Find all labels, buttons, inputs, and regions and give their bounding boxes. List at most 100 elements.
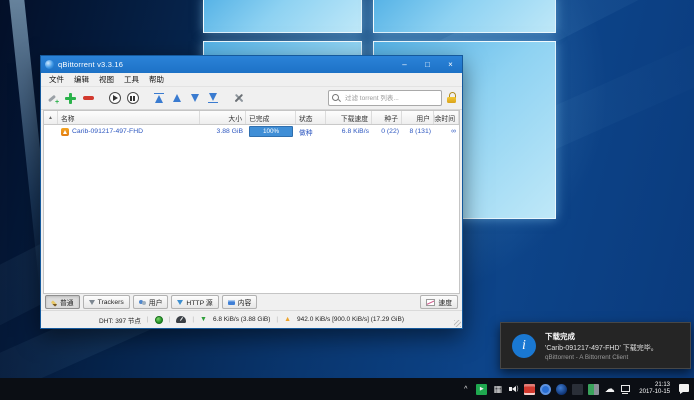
torrent-status: 做种	[299, 129, 313, 137]
tray-dark-app-icon[interactable]	[572, 383, 584, 395]
tab-speed-label: 速度	[438, 300, 452, 307]
notification-count-badge: 1	[689, 385, 693, 391]
taskbar: ^ ▶ ▦ ) ☁ 21:13 2017-10-15 1	[0, 378, 694, 400]
qbittorrent-window: qBittorrent v3.3.16 – □ × 文件 编辑 视图 工具 帮助…	[40, 55, 463, 329]
column-seeds[interactable]: 种子	[372, 111, 402, 124]
search-icon	[332, 94, 341, 102]
tab-general-label: 普通	[60, 300, 74, 307]
torrent-peers: 8 (131)	[409, 128, 431, 135]
total-download-speed: 6.8 KiB/s (3.88 GiB)	[212, 316, 271, 323]
total-upload-speed: 942.0 KiB/s [900.0 KiB/s] (17.29 GiB)	[297, 316, 404, 323]
menu-tools[interactable]: 工具	[119, 74, 144, 85]
speed-chart-icon	[426, 299, 436, 306]
action-center-icon[interactable]: 1	[678, 383, 693, 395]
info-icon: i	[512, 333, 536, 358]
title-bar[interactable]: qBittorrent v3.3.16 – □ ×	[41, 56, 462, 73]
empty-list-area[interactable]	[44, 138, 459, 293]
resume-icon[interactable]	[108, 92, 121, 105]
toast-source: qBittorrent - A Bittorrent Client	[545, 353, 629, 361]
window-title: qBittorrent v3.3.16	[58, 60, 124, 69]
close-button[interactable]: ×	[439, 56, 462, 73]
upload-arrow-icon: ▲	[284, 316, 292, 323]
toolbar: +	[41, 87, 462, 110]
tab-speed[interactable]: 速度	[420, 295, 458, 309]
toast-message: 'Carib-091217-497-FHD' 下载完毕。	[545, 344, 658, 352]
move-up-icon[interactable]	[170, 92, 183, 105]
tray-red-app-icon[interactable]	[524, 383, 536, 395]
tab-peers-label: 用户	[148, 300, 163, 307]
move-down-icon[interactable]	[188, 92, 201, 105]
volume-icon[interactable]: )	[508, 384, 519, 395]
tab-content-label: 内容	[237, 300, 252, 307]
column-status-icon[interactable]: ▲	[44, 111, 58, 124]
tray-grid-app-icon[interactable]: ▦	[492, 384, 503, 395]
column-peers[interactable]: 用户	[402, 111, 434, 124]
bottom-tabs: 普通 Trackers 用户 HTTP 源 内容 速度	[41, 294, 462, 310]
menu-edit[interactable]: 编辑	[69, 74, 94, 85]
onedrive-icon[interactable]: ☁	[604, 384, 615, 395]
progress-label: 100%	[262, 128, 280, 135]
notification-toast[interactable]: i 下载完成 'Carib-091217-497-FHD' 下载完毕。 qBit…	[500, 322, 691, 369]
column-done[interactable]: 已完成	[246, 111, 296, 124]
search-input[interactable]	[343, 93, 438, 103]
menu-bar: 文件 编辑 视图 工具 帮助	[41, 73, 462, 87]
clock-date: 2017-10-15	[639, 389, 670, 395]
toast-title: 下载完成	[545, 331, 575, 341]
tab-trackers-label: Trackers	[97, 298, 124, 306]
menu-file[interactable]: 文件	[44, 74, 69, 85]
dht-nodes: DHT: 397 节点	[99, 317, 141, 325]
connection-status-icon[interactable]	[154, 315, 163, 324]
torrent-name: Carib-091217-497-FHD	[72, 128, 144, 135]
tab-general[interactable]: 普通	[45, 295, 80, 309]
network-icon[interactable]	[620, 384, 631, 395]
clock-time: 21:13	[654, 382, 670, 388]
minimize-button[interactable]: –	[393, 56, 416, 73]
menu-view[interactable]: 视图	[94, 74, 119, 85]
tray-chevron-up-icon[interactable]: ^	[460, 384, 471, 395]
lock-icon[interactable]	[447, 92, 457, 104]
torrent-eta: ∞	[451, 128, 456, 135]
delete-torrent-icon[interactable]	[82, 92, 95, 105]
resize-grip[interactable]	[454, 320, 461, 327]
options-icon[interactable]	[232, 92, 245, 105]
table-header: ▲ 名称 大小 已完成 状态 下载速度 种子 用户 剩余时间	[44, 111, 459, 125]
tab-http-sources[interactable]: HTTP 源	[171, 295, 219, 309]
status-bar: DHT: 397 节点 | | | ▼ 6.8 KiB/s (3.88 GiB)…	[41, 310, 462, 328]
move-bottom-icon[interactable]	[206, 92, 219, 105]
general-icon	[50, 299, 58, 307]
tab-peers[interactable]: 用户	[132, 295, 169, 309]
add-torrent-link-icon[interactable]: +	[46, 92, 59, 106]
alt-speed-limits-icon[interactable]	[176, 316, 187, 323]
table-row[interactable]: Carib-091217-497-FHD 3.88 GiB 100% 做种 6.…	[44, 125, 459, 138]
sort-ascending-icon: ▲	[48, 114, 53, 121]
maximize-button[interactable]: □	[416, 56, 439, 73]
column-status[interactable]: 状态	[296, 111, 326, 124]
taskbar-clock[interactable]: 21:13 2017-10-15	[639, 382, 670, 396]
torrent-seeds: 0 (22)	[381, 128, 399, 135]
pause-icon[interactable]	[126, 92, 139, 105]
desktop: qBittorrent v3.3.16 – □ × 文件 编辑 视图 工具 帮助…	[0, 0, 694, 400]
add-torrent-file-icon[interactable]	[64, 92, 77, 105]
qbittorrent-logo-icon	[45, 60, 54, 69]
progress-bar: 100%	[249, 126, 293, 137]
tab-http-sources-label: HTTP 源	[186, 300, 213, 307]
menu-help[interactable]: 帮助	[144, 74, 169, 85]
move-top-icon[interactable]	[152, 92, 165, 105]
column-eta[interactable]: 剩余时间	[434, 111, 459, 124]
content-icon	[227, 300, 235, 305]
tab-content[interactable]: 内容	[221, 295, 258, 309]
tray-green-app-icon[interactable]: ▶	[476, 383, 488, 395]
tab-trackers[interactable]: Trackers	[82, 295, 130, 309]
torrent-size: 3.88 GiB	[216, 128, 243, 135]
tray-blue-app-icon[interactable]	[540, 383, 552, 395]
torrent-dlspeed: 6.8 KiB/s	[341, 128, 369, 135]
column-dlspeed[interactable]: 下载速度	[326, 111, 372, 124]
tray-qbittorrent-icon[interactable]	[556, 383, 568, 395]
peers-icon	[138, 299, 146, 306]
torrent-filter-searchbox	[328, 90, 442, 106]
column-name[interactable]: 名称	[58, 111, 200, 124]
column-size[interactable]: 大小	[200, 111, 246, 124]
system-tray: ^ ▶ ▦ ) ☁	[460, 383, 631, 395]
tray-dual-color-app-icon[interactable]	[588, 383, 600, 395]
windows-logo-pane	[373, 0, 556, 33]
